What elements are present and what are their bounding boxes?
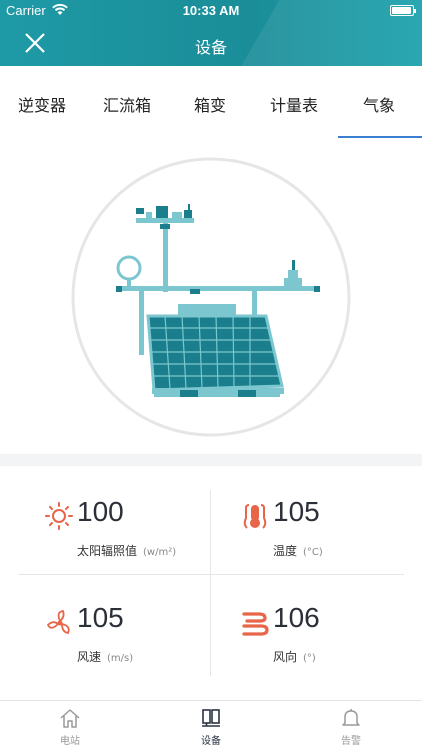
solar-irradiance-label: 太阳辐照值 (w/m²) — [77, 544, 177, 558]
bell-icon — [342, 709, 360, 726]
temperature-value: 105 — [273, 496, 320, 527]
fan-icon — [46, 610, 70, 635]
wind-direction-value: 106 — [273, 602, 320, 633]
page-title: 设备 — [194, 38, 227, 57]
sun-icon — [45, 502, 73, 530]
weather-station-illustration — [71, 157, 351, 437]
tabbar-item-station[interactable]: 电站 — [30, 707, 110, 747]
tabbar-item-device[interactable]: 设备 — [171, 707, 251, 747]
wind-direction-label: 风向 (°) — [273, 650, 316, 664]
tab-weather[interactable]: 气象 — [363, 92, 395, 116]
weather-station-illustration-area — [0, 138, 422, 454]
device-icon — [202, 709, 220, 727]
tab-combiner-box[interactable]: 汇流箱 — [103, 92, 151, 116]
clock: 10:33 AM — [182, 3, 240, 18]
metric-wind-speed: 105 风速 (m/s) — [45, 602, 235, 708]
tab-inverter[interactable]: 逆变器 — [18, 92, 66, 116]
tab-meter[interactable]: 计量表 — [270, 92, 318, 116]
home-icon — [60, 709, 80, 728]
metric-temperature: 105 温度 (°C) — [241, 496, 422, 602]
metric-solar-irradiance: 100 太阳辐照值 (w/m²) — [45, 496, 235, 602]
metric-wind-direction: 106 风向 (°) — [241, 602, 422, 708]
wind-icon — [242, 612, 269, 636]
wind-speed-label: 风速 (m/s) — [77, 650, 134, 664]
battery-icon — [390, 5, 416, 16]
tabbar-item-alarm[interactable]: 告警 — [311, 707, 391, 747]
wind-speed-value: 105 — [77, 602, 124, 633]
thermometer-icon — [243, 504, 267, 529]
temperature-label: 温度 (°C) — [273, 544, 323, 558]
tab-box-transformer[interactable]: 箱变 — [194, 92, 226, 116]
app-header: Carrier 10:33 AM 设备 — [0, 0, 422, 66]
solar-irradiance-value: 100 — [77, 496, 124, 527]
tabbar-label-alarm: 告警 — [341, 736, 361, 747]
device-type-tabs: 逆变器 汇流箱 箱变 计量表 气象 — [0, 66, 422, 138]
tabbar-label-device: 设备 — [201, 736, 221, 747]
bottom-tab-bar: 电站 设备 告警 — [0, 700, 422, 750]
tabbar-label-station: 电站 — [60, 736, 80, 747]
status-bar: Carrier 10:33 AM — [0, 0, 422, 22]
weather-metrics-panel: 100 太阳辐照值 (w/m²) 105 温度 (°C) 105 风速 (m/s) 1… — [0, 466, 422, 700]
